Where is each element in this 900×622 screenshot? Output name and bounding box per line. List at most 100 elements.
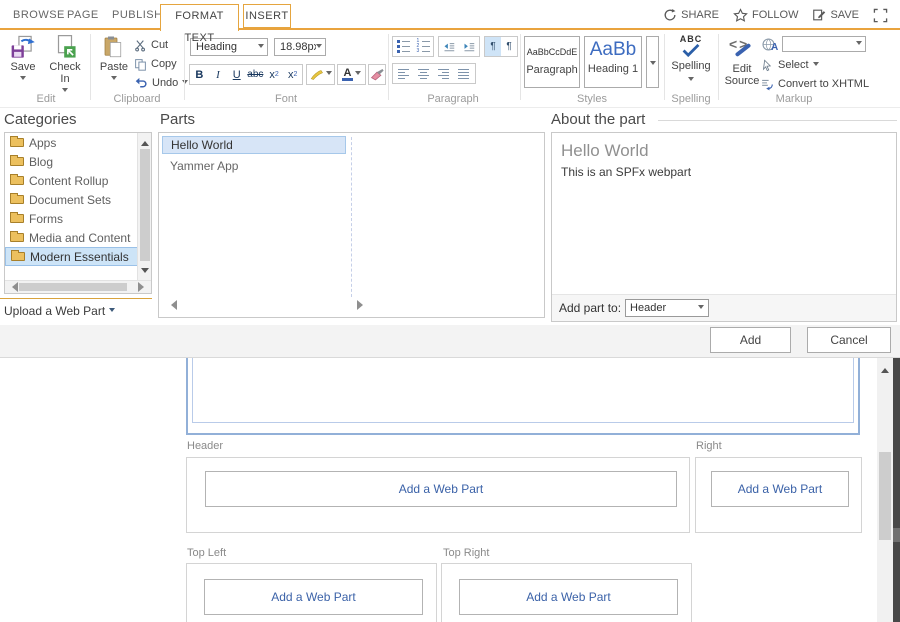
category-label: Modern Essentials <box>30 250 129 264</box>
tab-publish[interactable]: PUBLISH <box>112 9 163 21</box>
scroll-right-icon[interactable] <box>138 282 149 292</box>
undo-icon <box>134 77 148 90</box>
rtl-icon: ¶ <box>506 41 511 52</box>
upload-webpart-link[interactable]: Upload a Web Part <box>4 304 115 318</box>
convert-xhtml-button[interactable]: Convert to XHTML <box>760 76 869 92</box>
page-canvas: Header Add a Web Part Right Add a Web Pa… <box>0 358 900 622</box>
browser-scrollbar-thumb[interactable] <box>893 528 900 542</box>
check-in-button[interactable]: Check In <box>44 34 86 92</box>
scroll-up-icon[interactable] <box>141 137 149 146</box>
page-scrollbar[interactable] <box>877 358 893 622</box>
language-select[interactable] <box>782 36 866 52</box>
dropdown-caret-icon <box>813 62 819 69</box>
font-color-button[interactable]: A <box>337 64 366 85</box>
group-separator <box>718 34 719 100</box>
follow-button[interactable]: FOLLOW <box>733 8 798 23</box>
style-heading1-button[interactable]: AaBb Heading 1 <box>584 36 642 88</box>
edit-source-button[interactable]: <> Edit Source <box>722 34 762 87</box>
bullet-list-button[interactable] <box>393 37 413 56</box>
focus-mode-button[interactable] <box>873 8 888 23</box>
copy-button[interactable]: Copy <box>134 56 177 72</box>
share-icon <box>663 8 677 22</box>
superscript-mark: 2 <box>293 71 297 78</box>
ltr-button[interactable]: ¶ <box>485 37 501 56</box>
page-scrollbar-thumb[interactable] <box>879 452 891 540</box>
underline-button[interactable]: U <box>227 65 246 84</box>
check-in-button-label: Check In <box>44 61 86 85</box>
add-webpart-button-top-left[interactable]: Add a Web Part <box>204 579 423 615</box>
add-webpart-button-right[interactable]: Add a Web Part <box>711 471 849 507</box>
category-label: Content Rollup <box>29 174 108 188</box>
folder-icon <box>10 138 24 147</box>
eraser-icon <box>370 68 384 81</box>
clear-format-button[interactable] <box>368 64 386 85</box>
dropdown-caret-icon <box>326 71 332 78</box>
part-item-hello-world-selected[interactable]: Hello World <box>162 136 346 154</box>
style-paragraph-button[interactable]: AaBbCcDdE Paragraph <box>524 36 580 88</box>
category-item-blog[interactable]: Blog <box>5 152 151 171</box>
ribbon-accent-line <box>0 28 900 30</box>
paste-button[interactable]: Paste <box>96 34 132 92</box>
tab-page[interactable]: PAGE <box>67 9 99 21</box>
category-label: Document Sets <box>29 193 111 207</box>
font-color-letter: A <box>342 68 353 78</box>
add-part-to-select[interactable]: Header <box>625 299 709 317</box>
decrease-indent-button[interactable] <box>439 37 459 56</box>
scroll-down-icon[interactable] <box>141 268 149 277</box>
numbered-list-button[interactable]: 1 2 3 <box>413 37 433 56</box>
italic-button[interactable]: I <box>209 65 228 84</box>
add-webpart-button-top-right[interactable]: Add a Web Part <box>459 579 678 615</box>
categories-vertical-scrollbar[interactable] <box>137 133 151 280</box>
cancel-button[interactable]: Cancel <box>807 327 891 353</box>
part-item-yammer-app[interactable]: Yammer App <box>162 157 346 175</box>
strikethrough-button[interactable]: abc <box>246 65 265 84</box>
cut-scissors-icon <box>134 39 147 52</box>
categories-horizontal-scrollbar[interactable] <box>5 280 151 293</box>
justify-button[interactable] <box>453 64 473 83</box>
increase-indent-button[interactable] <box>459 37 479 56</box>
category-item-apps[interactable]: Apps <box>5 133 151 152</box>
edit-source-label: Edit Source <box>722 63 762 87</box>
styles-more-button[interactable] <box>646 36 659 88</box>
align-left-button[interactable] <box>393 64 413 83</box>
cut-button[interactable]: Cut <box>134 37 168 53</box>
undo-button[interactable]: Undo <box>134 75 188 91</box>
categories-scrollbar-thumb[interactable] <box>140 149 150 261</box>
tab-format-text[interactable]: FORMAT TEXT <box>160 4 239 31</box>
category-item-forms[interactable]: Forms <box>5 209 151 228</box>
highlight-color-button[interactable] <box>306 64 335 85</box>
browser-scrollbar[interactable] <box>893 358 900 622</box>
tab-insert[interactable]: INSERT <box>243 4 291 28</box>
rtl-button[interactable]: ¶ <box>501 37 517 56</box>
parts-page-right-icon[interactable] <box>357 300 368 310</box>
superscript-button[interactable]: x2 <box>283 65 302 84</box>
categories-hscrollbar-thumb[interactable] <box>19 283 127 291</box>
share-button[interactable]: SHARE <box>663 8 719 22</box>
tab-browse[interactable]: BROWSE <box>13 9 65 21</box>
category-item-media-and-content[interactable]: Media and Content <box>5 228 151 247</box>
subscript-button[interactable]: x2 <box>265 65 284 84</box>
spelling-button[interactable]: ABC Spelling <box>668 34 714 90</box>
save-button-suite[interactable]: SAVE <box>812 8 859 22</box>
scroll-left-icon[interactable] <box>7 282 18 292</box>
font-size-select[interactable]: 18.98px <box>274 38 326 56</box>
bold-button[interactable]: B <box>190 65 209 84</box>
cursor-select-icon <box>762 59 774 72</box>
paste-button-label: Paste <box>96 61 132 73</box>
text-direction-buttons: ¶ ¶ <box>484 36 518 57</box>
category-item-document-sets[interactable]: Document Sets <box>5 190 151 209</box>
group-separator <box>664 34 665 100</box>
add-button[interactable]: Add <box>710 327 791 353</box>
save-button[interactable]: Save <box>4 34 42 92</box>
select-button[interactable]: Select <box>762 57 819 73</box>
category-item-content-rollup[interactable]: Content Rollup <box>5 171 151 190</box>
part-label: Yammer App <box>170 159 238 173</box>
category-item-modern-essentials-selected[interactable]: Modern Essentials <box>5 247 138 266</box>
scroll-up-icon[interactable] <box>881 364 889 373</box>
add-webpart-button-header[interactable]: Add a Web Part <box>205 471 677 507</box>
group-separator <box>388 34 389 100</box>
align-right-button[interactable] <box>433 64 453 83</box>
indent-icon <box>462 41 476 53</box>
parts-page-left-icon[interactable] <box>166 300 177 310</box>
align-center-button[interactable] <box>413 64 433 83</box>
